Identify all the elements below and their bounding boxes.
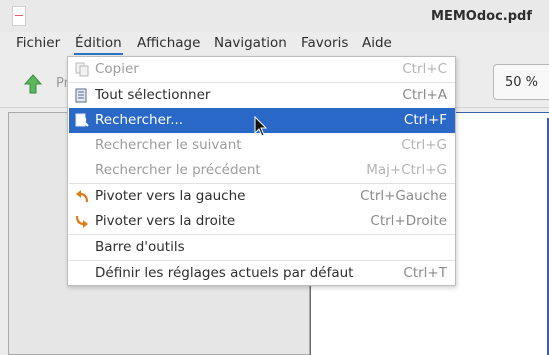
menu-fichier[interactable]: Fichier xyxy=(15,35,61,51)
menu-navigation[interactable]: Navigation xyxy=(213,35,288,51)
window-title: MEMOdoc.pdf xyxy=(431,9,532,24)
menu-item-shortcut: Ctrl+Droite xyxy=(370,213,447,229)
menu-favoris[interactable]: Favoris xyxy=(300,35,349,51)
menu-item-label: Rechercher le précédent xyxy=(95,162,261,178)
menu-item-label: Pivoter vers la gauche xyxy=(95,188,246,204)
select-all-icon xyxy=(75,88,87,103)
rotate-left-icon xyxy=(76,190,89,203)
menu-item-copier[interactable]: Copier Ctrl+C xyxy=(69,57,455,82)
menu-bar: Fichier Édition Affichage Navigation Fav… xyxy=(0,32,549,56)
menu-item-label: Tout sélectionner xyxy=(95,87,211,103)
title-bar: MEMOdoc.pdf xyxy=(0,0,549,32)
menu-item-shortcut: Ctrl+F xyxy=(403,112,447,128)
rotate-right-icon xyxy=(75,215,88,228)
menu-item-rechercher-precedent[interactable]: Rechercher le précédent Maj+Ctrl+G xyxy=(69,158,455,183)
menu-item-label: Barre d'outils xyxy=(95,239,185,255)
edit-menu-dropdown: Copier Ctrl+C Tout sélectionner Ctrl+A R… xyxy=(67,56,456,286)
zoom-combo[interactable]: 50 % xyxy=(493,64,549,100)
menu-item-barre-outils[interactable]: Barre d'outils xyxy=(69,235,455,260)
menu-item-pivoter-gauche[interactable]: Pivoter vers la gauche Ctrl+Gauche xyxy=(69,184,455,209)
menu-item-shortcut: Ctrl+G xyxy=(401,137,447,153)
zoom-value: 50 % xyxy=(505,75,539,90)
menu-item-reglages-defaut[interactable]: Définir les réglages actuels par défaut … xyxy=(69,261,455,286)
menu-item-label: Rechercher le suivant xyxy=(95,137,242,153)
menu-item-shortcut: Maj+Ctrl+G xyxy=(366,162,447,178)
menu-item-label: Copier xyxy=(95,61,139,77)
previous-page-icon[interactable] xyxy=(24,74,42,94)
mouse-cursor-icon xyxy=(254,116,268,137)
menu-item-pivoter-droite[interactable]: Pivoter vers la droite Ctrl+Droite xyxy=(69,209,455,234)
menu-item-label: Pivoter vers la droite xyxy=(95,213,236,229)
menu-item-shortcut: Ctrl+Gauche xyxy=(360,188,447,204)
menu-affichage[interactable]: Affichage xyxy=(136,35,201,51)
menu-item-shortcut: Ctrl+A xyxy=(402,87,447,103)
menu-item-shortcut: Ctrl+T xyxy=(403,265,447,281)
menu-edition[interactable]: Édition xyxy=(74,35,123,55)
find-icon xyxy=(75,113,89,127)
menu-item-label: Définir les réglages actuels par défaut xyxy=(95,265,354,281)
menu-item-tout-selectionner[interactable]: Tout sélectionner Ctrl+A xyxy=(69,83,455,108)
menu-item-shortcut: Ctrl+C xyxy=(402,61,447,77)
menu-aide[interactable]: Aide xyxy=(361,35,393,51)
menu-item-label: Rechercher... xyxy=(95,112,184,128)
copy-icon xyxy=(75,62,89,77)
app-icon xyxy=(12,6,26,26)
